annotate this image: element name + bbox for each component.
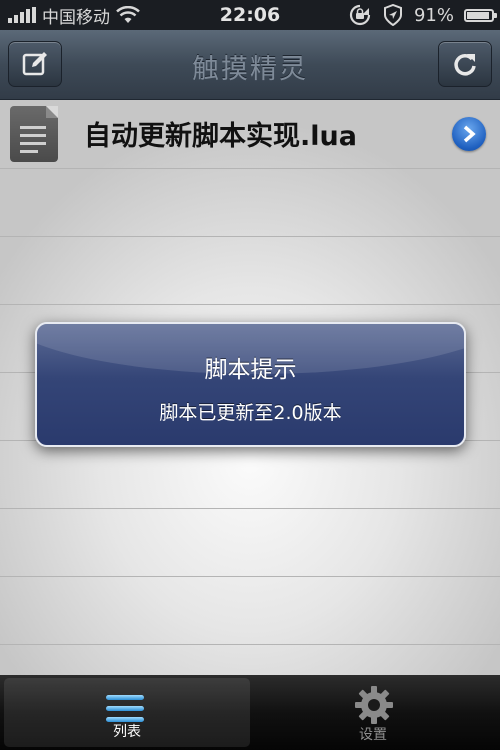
refresh-button[interactable] [438, 41, 492, 87]
alert-dialog[interactable]: 脚本提示 脚本已更新至2.0版本 [35, 322, 466, 447]
list-item[interactable]: 自动更新脚本实现.lua [0, 100, 500, 168]
row-divider [0, 644, 500, 645]
battery-percent: 91% [413, 4, 454, 26]
alert-title: 脚本提示 [204, 357, 297, 383]
row-divider [0, 168, 500, 169]
tab-label: 列表 [113, 724, 141, 740]
row-divider [0, 236, 500, 237]
navigation-bar: 触摸精灵 [0, 30, 500, 100]
tab-label: 设置 [359, 727, 387, 743]
tab-settings[interactable]: 设置 [250, 675, 496, 750]
gear-icon [355, 686, 393, 724]
location-icon [383, 4, 402, 26]
tab-bar: 列表 设置 [0, 675, 500, 750]
row-divider [0, 576, 500, 577]
rotation-lock-icon [349, 4, 371, 26]
row-divider [0, 508, 500, 509]
row-divider [0, 304, 500, 305]
script-name: 自动更新脚本实现.lua [84, 121, 357, 152]
battery-icon [464, 8, 497, 22]
status-bar: 中国移动 22:06 91% [0, 0, 500, 30]
page-title: 触摸精灵 [192, 54, 308, 85]
disclosure-arrow-icon[interactable] [452, 117, 486, 151]
alert-message: 脚本已更新至2.0版本 [159, 402, 342, 424]
tab-list[interactable]: 列表 [4, 678, 250, 747]
refresh-icon [454, 54, 476, 76]
document-icon [10, 106, 58, 162]
